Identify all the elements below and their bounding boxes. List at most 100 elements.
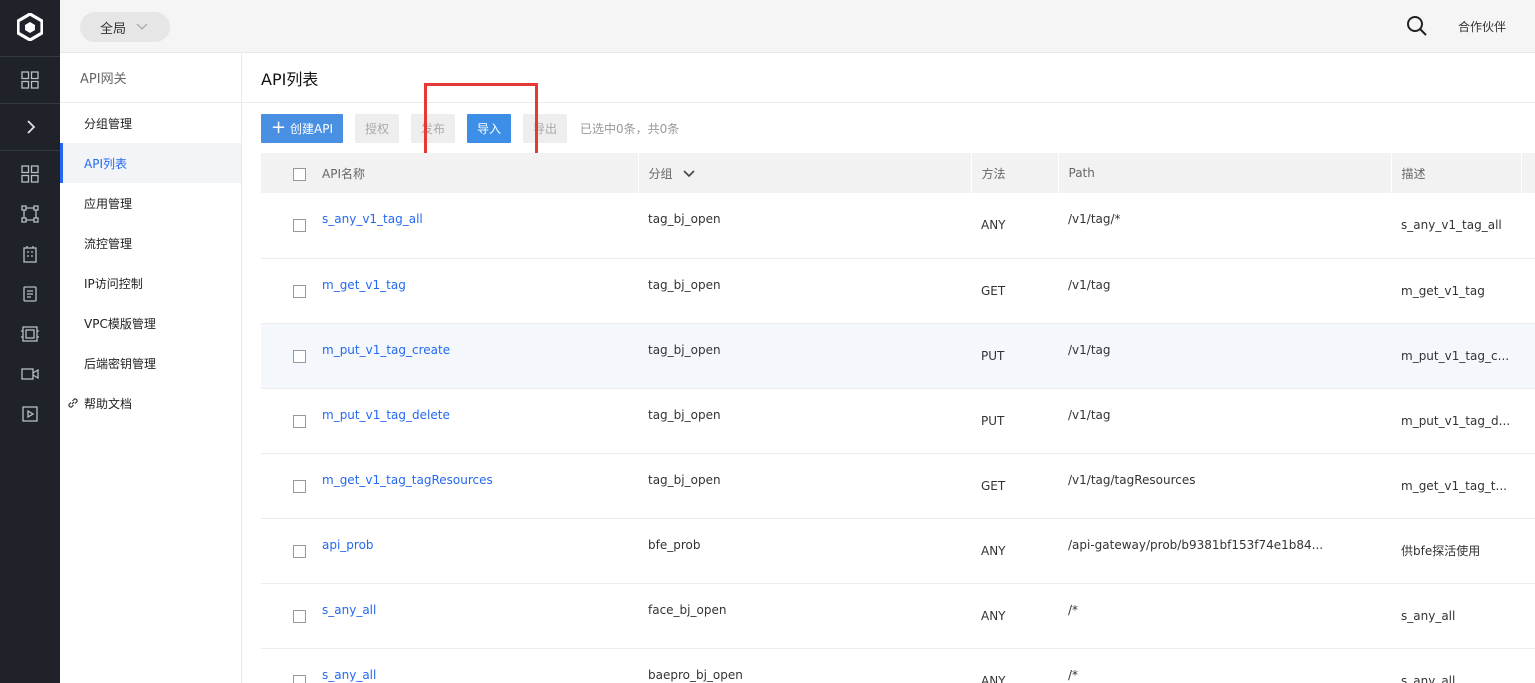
method-value: ANY (981, 673, 1006, 683)
header-group[interactable]: 分组 (638, 153, 972, 193)
import-button[interactable]: 导入 (467, 113, 511, 143)
table-row[interactable]: m_get_v1_tag tag_bj_open GET/v1/tag m_get_v… (261, 258, 1535, 323)
authorize-button[interactable]: 授权 (355, 113, 399, 143)
extra-cell (1521, 323, 1535, 388)
table-row[interactable]: api_prob bfe_prob ANY/api-gateway/prob/b93… (261, 518, 1535, 583)
logo-icon[interactable] (0, 0, 60, 53)
create-api-button[interactable]: + 创建API (261, 113, 343, 143)
video-camera-icon[interactable] (0, 354, 60, 394)
api-name-cell: api_prob (261, 518, 638, 583)
header-name-label: API名称 (322, 166, 365, 181)
table-row[interactable]: s_any_all face_bj_open ANY /* s_any_all (261, 583, 1535, 648)
api-name-cell: s_any_all (261, 648, 638, 683)
row-checkbox[interactable] (293, 284, 306, 298)
row-checkbox[interactable] (293, 479, 306, 493)
region-selector[interactable]: 全局 (80, 12, 170, 42)
expand-chevron-icon[interactable] (0, 107, 60, 147)
sidebar-item-vpc-template[interactable]: VPC模版管理 (60, 303, 241, 343)
row-checkbox[interactable] (293, 414, 306, 428)
extra-cell (1521, 453, 1535, 518)
sidebar-item-ip-access-control[interactable]: IP访问控制 (60, 263, 241, 303)
sidebar-item-group-management[interactable]: 分组管理 (60, 103, 241, 143)
method-cell: ANY (971, 583, 1058, 648)
method-cell: GET (971, 258, 1058, 323)
database-icon[interactable] (0, 274, 60, 314)
storage-icon[interactable] (0, 314, 60, 354)
row-checkbox[interactable] (293, 609, 306, 623)
group-cell: tag_bj_open (638, 258, 971, 323)
products-icon[interactable] (0, 154, 60, 194)
sidebar-item-flow-control[interactable]: 流控管理 (60, 223, 241, 263)
play-icon[interactable] (0, 394, 60, 434)
desc-cell: s_any_v1_tag_all (1391, 193, 1521, 258)
select-all-checkbox[interactable] (293, 167, 306, 181)
search-icon[interactable] (1406, 15, 1428, 37)
create-api-label: 创建API (290, 121, 334, 136)
building-icon[interactable] (0, 234, 60, 274)
network-icon[interactable] (0, 194, 60, 234)
group-cell: tag_bj_open (638, 323, 971, 388)
publish-button[interactable]: 发布 (411, 113, 455, 143)
link-icon (68, 398, 78, 408)
group-cell: baepro_bj_open (638, 648, 971, 683)
help-docs-label: 帮助文档 (84, 396, 133, 411)
desc-cell: s_any_all (1391, 648, 1521, 683)
api-name-link[interactable]: m_get_v1_tag (322, 278, 406, 292)
desc-cell: m_put_v1_tag_c... (1391, 323, 1521, 388)
region-label: 全局 (100, 21, 127, 37)
api-name-link[interactable]: m_put_v1_tag_delete (322, 408, 450, 422)
api-name-link[interactable]: s_any_v1_tag_all (322, 212, 423, 226)
export-button[interactable]: 导出 (523, 113, 567, 143)
extra-cell (1521, 583, 1535, 648)
group-value: tag_bj_open (648, 342, 721, 357)
row-checkbox[interactable] (293, 544, 306, 558)
api-name-link[interactable]: s_any_all (322, 668, 376, 682)
row-checkbox[interactable] (293, 219, 306, 233)
sidebar-item-app-management[interactable]: 应用管理 (60, 183, 241, 223)
sidebar-item-help-docs[interactable]: 帮助文档 (60, 383, 241, 423)
path-cell: /v1/tag (1058, 258, 1391, 323)
path-value: /v1/tag (1068, 407, 1111, 422)
method-value: PUT (981, 348, 1005, 363)
table-row[interactable]: s_any_all baepro_bj_open ANY /* s_any_all (261, 648, 1535, 683)
group-value: face_bj_open (648, 602, 727, 617)
desc-value: s_any_v1_tag_all (1401, 218, 1502, 233)
path-cell: /v1/tag/tagResources (1058, 453, 1391, 518)
chevron-down-icon (136, 20, 148, 35)
chevron-down-icon (682, 170, 695, 178)
method-value: ANY (981, 543, 1006, 558)
method-cell: GET (971, 453, 1058, 518)
table-row[interactable]: m_put_v1_tag_create tag_bj_open PUT/v1/tag… (261, 323, 1535, 388)
api-name-link[interactable]: s_any_all (322, 603, 376, 617)
api-name-link[interactable]: m_put_v1_tag_create (322, 343, 450, 357)
row-checkbox[interactable] (293, 674, 306, 683)
group-cell: tag_bj_open (638, 388, 971, 453)
top-bar: 全局 合作伙伴 (60, 0, 1535, 53)
method-value: PUT (981, 413, 1005, 428)
row-checkbox[interactable] (293, 349, 306, 363)
api-name-cell: m_put_v1_tag_create (261, 323, 638, 388)
api-name-link[interactable]: m_get_v1_tag_tagResources (322, 473, 493, 487)
path-cell: /* (1058, 648, 1391, 683)
method-cell: PUT (971, 323, 1058, 388)
desc-value: m_get_v1_tag (1401, 283, 1485, 298)
method-value: ANY (981, 218, 1006, 233)
toolbar: + 创建API 授权 发布 导入 导出 已选中0条，共0条 (261, 113, 679, 143)
path-cell: /api-gateway/prob/b9381bf153f74e1b84... (1058, 518, 1391, 583)
table-row[interactable]: m_put_v1_tag_delete tag_bj_open PUT/v1/tag… (261, 388, 1535, 453)
extra-cell (1521, 388, 1535, 453)
partner-link[interactable]: 合作伙伴 (1458, 18, 1506, 35)
rail-divider (0, 56, 60, 57)
dashboard-icon[interactable] (0, 60, 60, 100)
table-row[interactable]: s_any_v1_tag_all tag_bj_open ANY/v1/tag/* s… (261, 193, 1535, 258)
sidebar-item-backend-key[interactable]: 后端密钥管理 (60, 343, 241, 383)
sidebar-title: API网关 (60, 53, 241, 103)
api-name-cell: m_get_v1_tag_tagResources (261, 453, 638, 518)
api-name-link[interactable]: api_prob (322, 538, 374, 552)
sidebar-item-api-list[interactable]: API列表 (60, 143, 241, 183)
desc-value: s_any_all (1401, 608, 1456, 623)
path-value: /v1/tag (1068, 277, 1111, 292)
table-row[interactable]: m_get_v1_tag_tagResources tag_bj_open GET /… (261, 453, 1535, 518)
path-value: /v1/tag/tagResources (1068, 472, 1196, 487)
api-table: API名称 分组 方法 Path 描述 s_any_v1_tag_all tag_… (261, 153, 1535, 683)
